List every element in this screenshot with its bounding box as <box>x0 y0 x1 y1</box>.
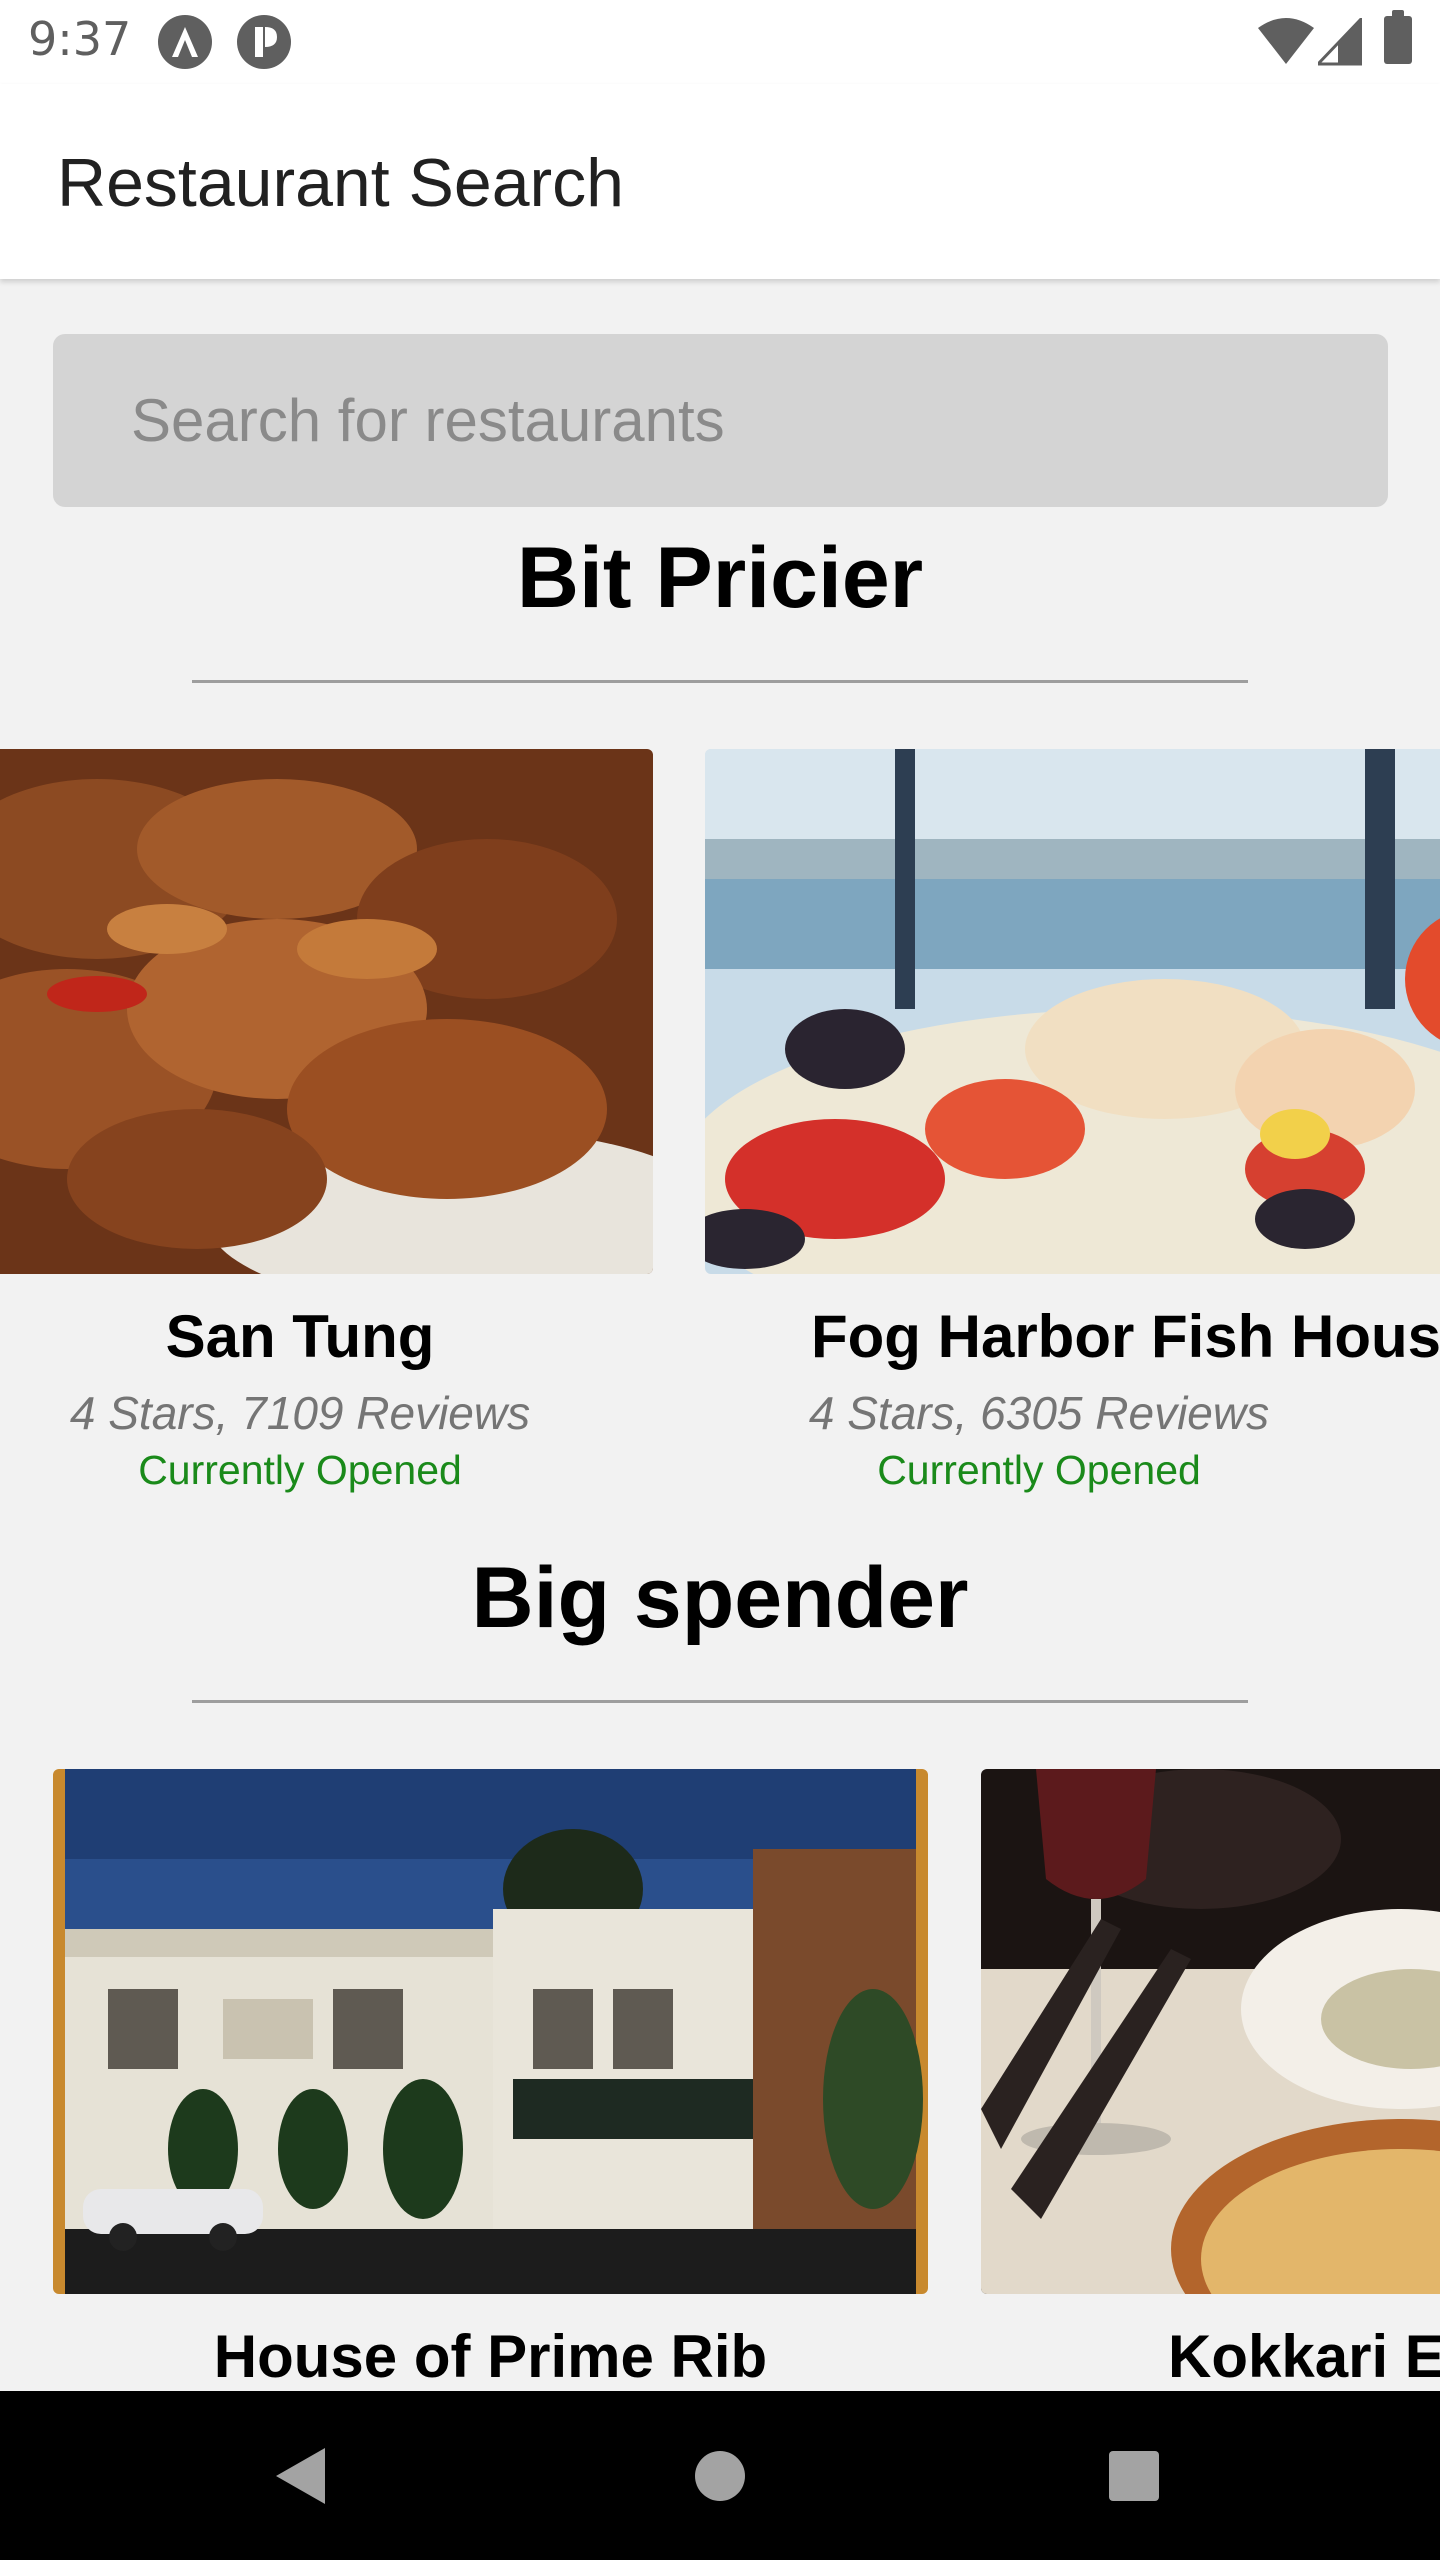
search-input[interactable] <box>53 334 1388 507</box>
restaurant-card-fog-harbor[interactable]: Fog Harbor Fish House 4 Stars, 6305 Revi… <box>705 749 1440 1509</box>
status-time: 9:37 <box>28 12 132 66</box>
seafood-platter-photo <box>705 749 1440 1274</box>
restaurant-row-bit-pricier[interactable]: San Tung 4 Stars, 7109 Reviews Currently… <box>0 749 1440 1509</box>
restaurant-name: Kokkari Estiatorio <box>1168 2323 1440 2390</box>
nav-recents-button[interactable] <box>1033 2391 1233 2560</box>
results-list[interactable]: Bit Pricier San Tu <box>0 279 1440 2391</box>
home-circle-icon <box>695 2451 745 2501</box>
fried-chicken-wings-photo <box>0 749 653 1274</box>
section-title-big-spender: Big spender <box>471 1550 969 1646</box>
app-title: Restaurant Search <box>57 145 624 221</box>
app-bar: Restaurant Search <box>0 84 1440 279</box>
p-badge-icon <box>237 15 291 69</box>
nav-back-button[interactable] <box>200 2391 400 2560</box>
restaurant-name: San Tung <box>165 1303 435 1370</box>
restaurant-building-photo <box>53 1769 928 2294</box>
restaurant-photo[interactable] <box>705 749 1440 1274</box>
search-bar[interactable] <box>53 334 1388 507</box>
system-nav-bar <box>0 2391 1440 2560</box>
restaurant-row-big-spender[interactable]: House of Prime Rib Kokkari E <box>0 1769 1440 2391</box>
status-bar: 9:37 <box>0 0 1440 84</box>
restaurant-photo[interactable] <box>53 1769 928 2294</box>
wifi-icon <box>1258 18 1314 71</box>
recents-square-icon <box>1109 2451 1159 2501</box>
nav-home-button[interactable] <box>620 2391 820 2560</box>
restaurant-card-house-of-prime-rib[interactable]: House of Prime Rib <box>53 1769 928 2391</box>
back-triangle-icon <box>276 2448 325 2504</box>
restaurant-rating: 4 Stars, 6305 Reviews <box>808 1387 1270 1439</box>
restaurant-name: Fog Harbor Fish House <box>811 1303 1440 1370</box>
restaurant-rating: 4 Stars, 7109 Reviews <box>69 1387 531 1439</box>
restaurant-card-kokkari[interactable]: Kokkari Estiatorio <box>981 1769 1440 2391</box>
wine-glass-dinner-photo <box>981 1769 1440 2294</box>
section-divider <box>192 680 1248 683</box>
open-status: Currently Opened <box>877 1447 1201 1493</box>
a-badge-icon <box>158 15 212 69</box>
restaurant-photo[interactable] <box>0 749 653 1274</box>
section-title-bit-pricier: Bit Pricier <box>516 530 924 626</box>
restaurant-card-san-tung[interactable]: San Tung 4 Stars, 7109 Reviews Currently… <box>0 749 653 1509</box>
section-divider <box>192 1700 1248 1703</box>
restaurant-photo[interactable] <box>981 1769 1440 2294</box>
cell-signal-icon <box>1314 14 1364 71</box>
restaurant-name: House of Prime Rib <box>213 2323 768 2390</box>
open-status: Currently Opened <box>138 1447 462 1493</box>
battery-icon <box>1384 10 1412 64</box>
